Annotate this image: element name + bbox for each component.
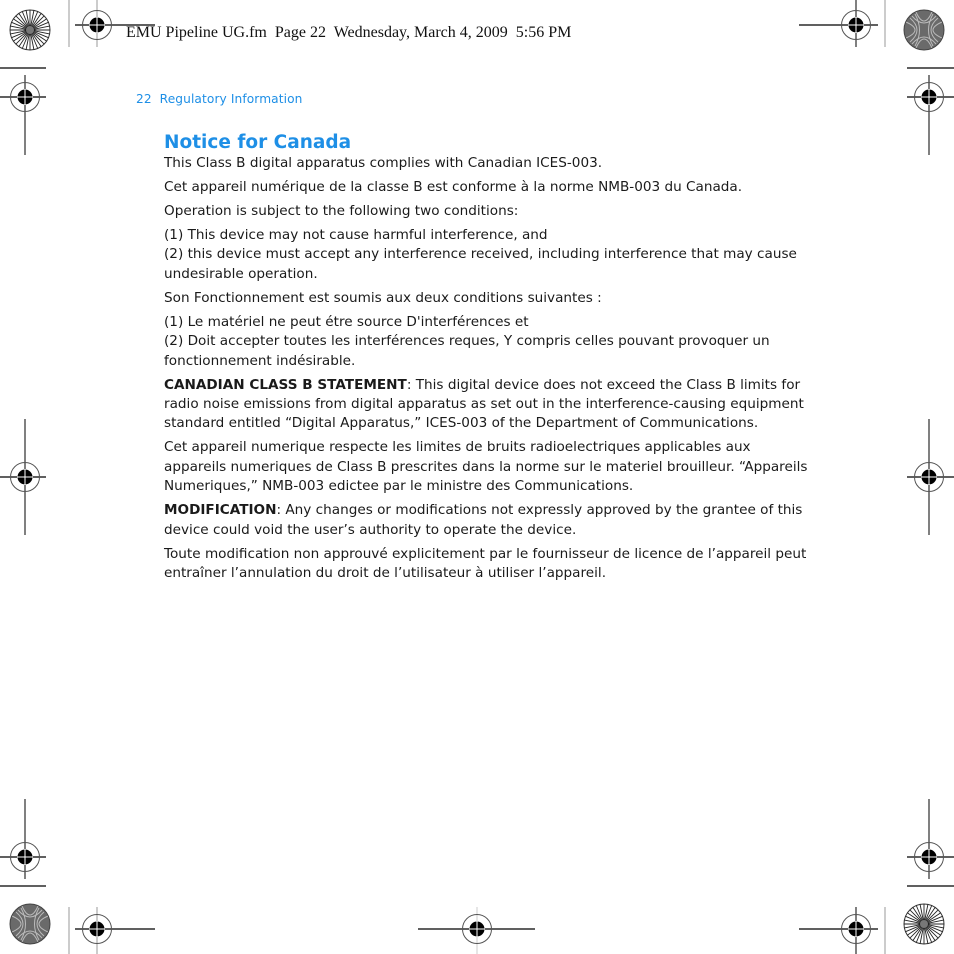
print-marks-layer [0,0,954,954]
crosshair-circle-icon [799,0,878,47]
moire-disc-icon [9,903,51,945]
crosshair-circle-icon [907,799,954,879]
moire-disc-icon [903,9,945,51]
crosshair-circle-icon [0,75,46,155]
crosshair-circle-icon [799,907,878,954]
crosshair-circle-icon [907,75,954,155]
crosshair-circle-icon [75,0,155,47]
crosshair-circle-icon [907,419,954,535]
starburst-target-icon [903,903,945,945]
crosshair-circle-icon [418,907,535,954]
crosshair-circle-icon [0,799,46,879]
crosshair-circle-icon [0,419,46,535]
crosshair-circle-icon [75,907,155,954]
starburst-target-icon [9,9,51,51]
